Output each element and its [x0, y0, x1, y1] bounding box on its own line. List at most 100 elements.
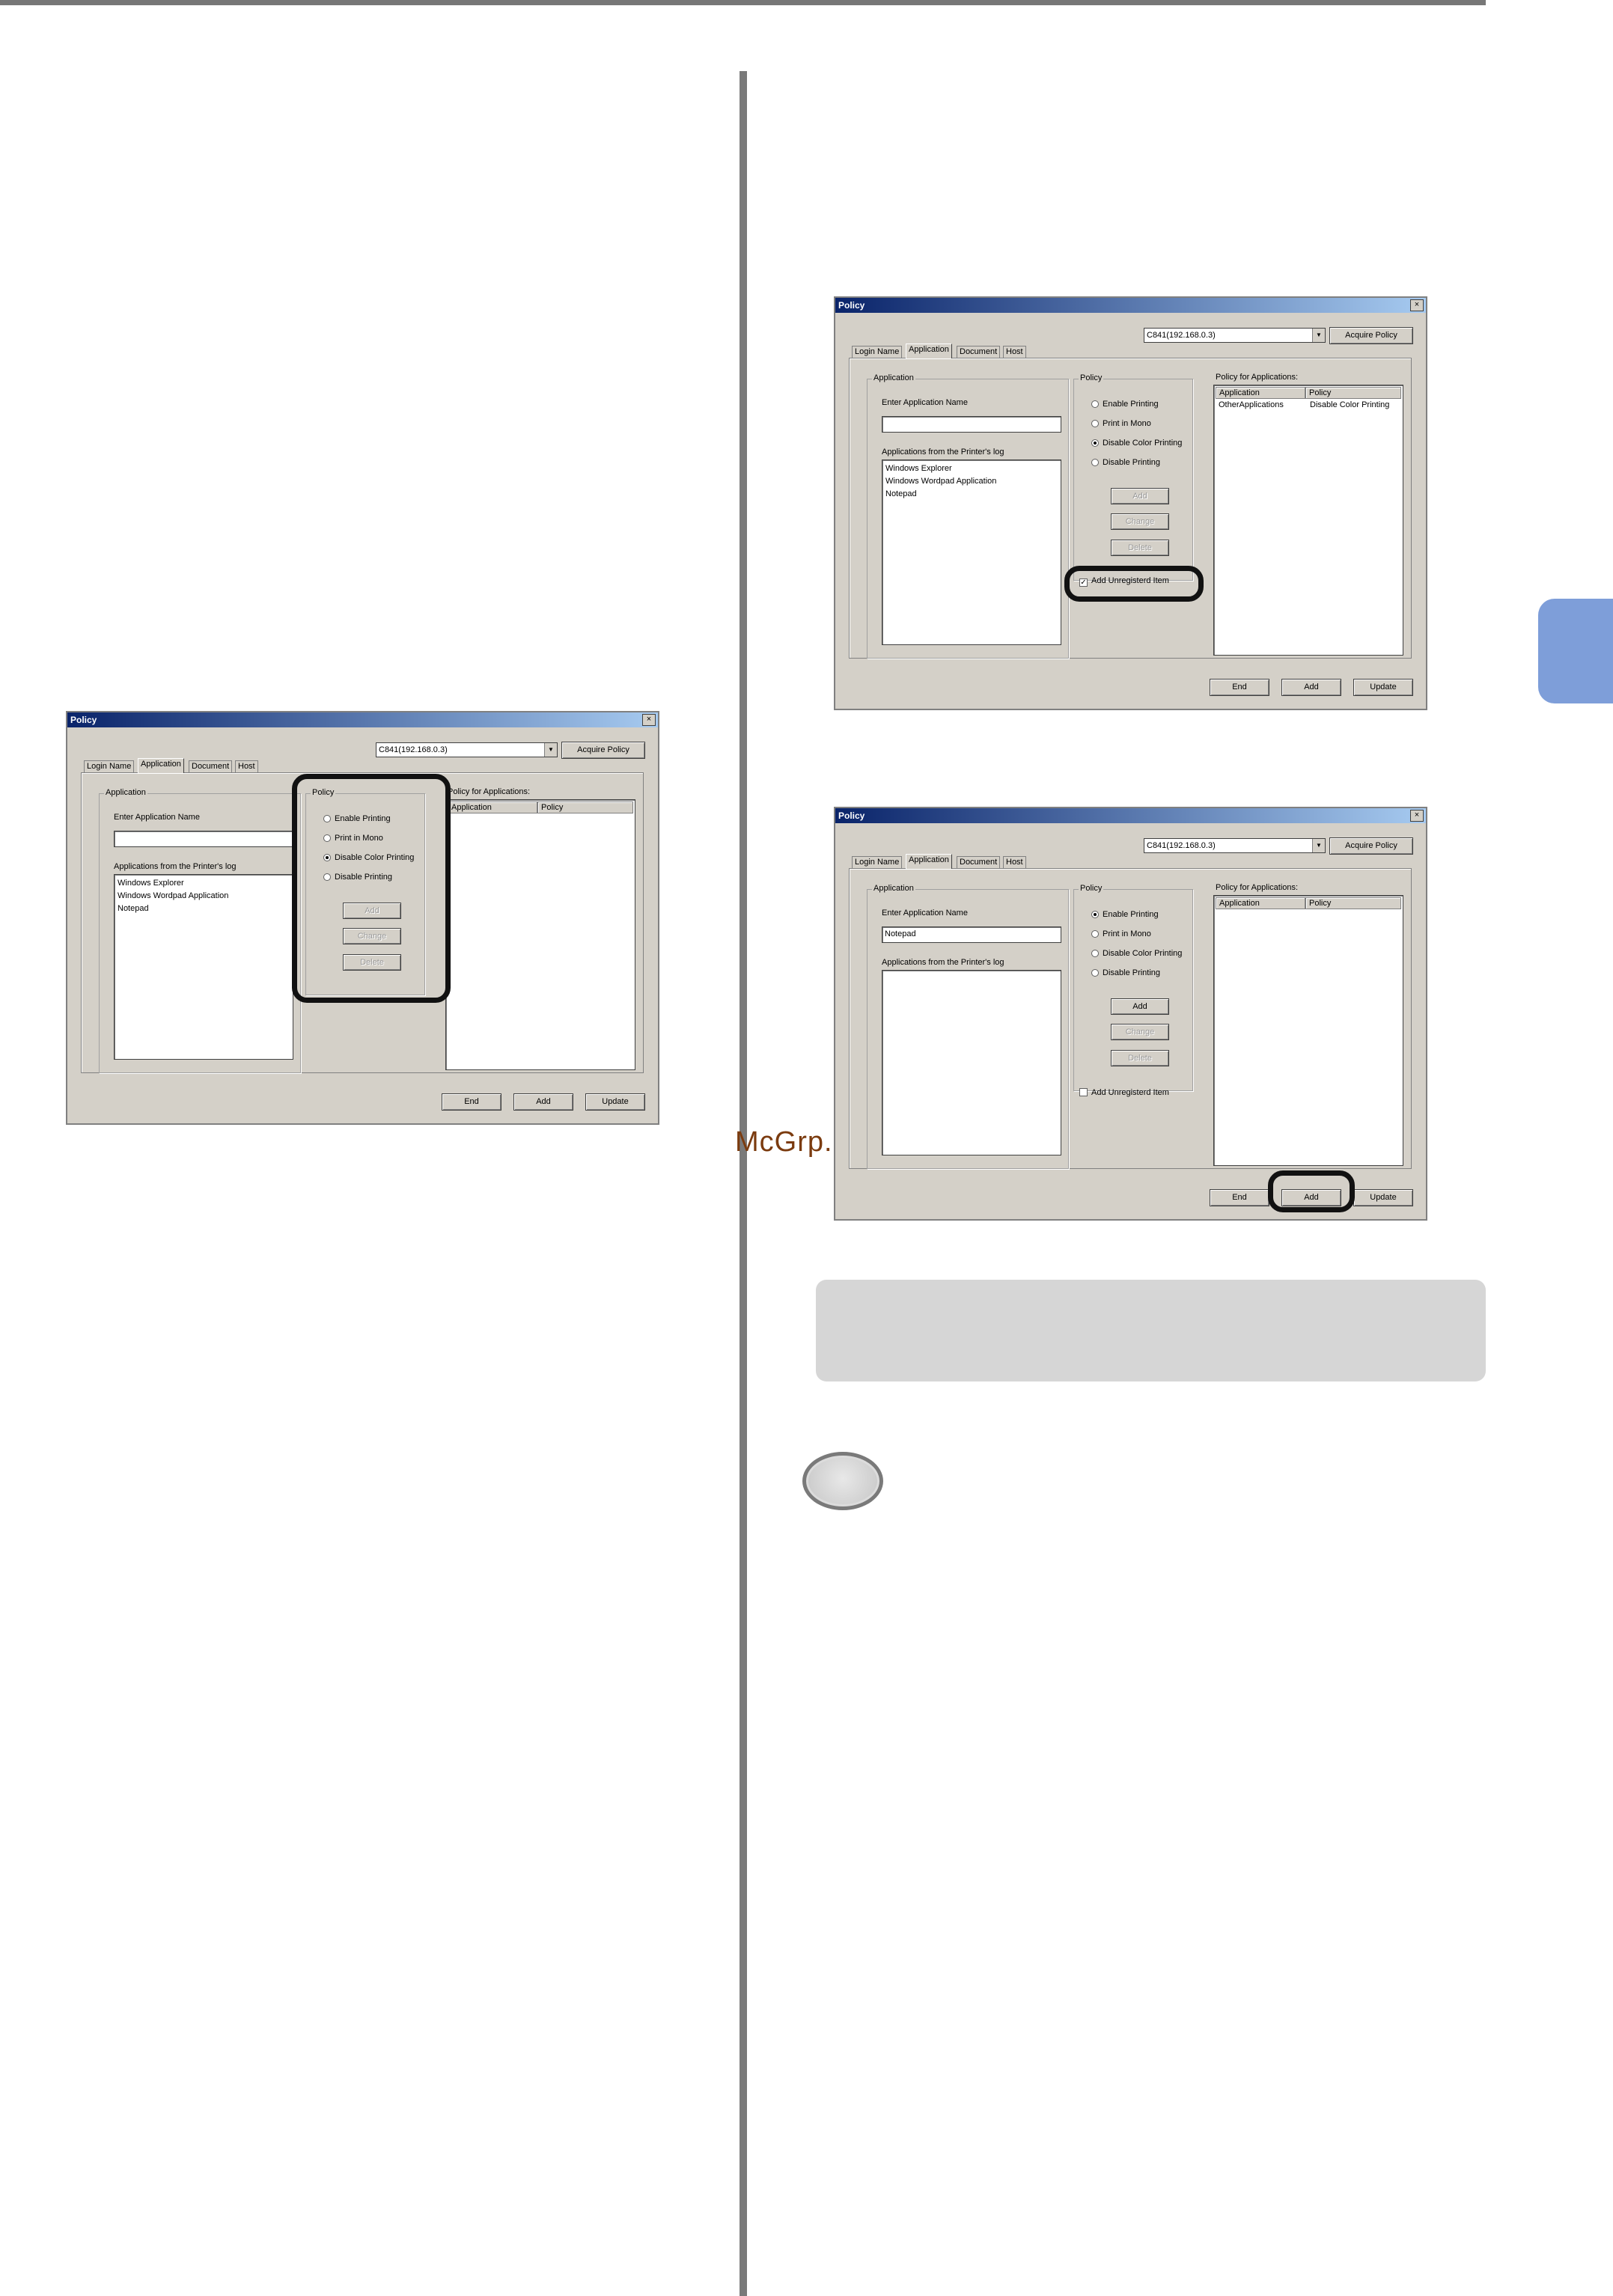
enter-app-label: Enter Application Name [882, 909, 968, 918]
note-box [816, 1280, 1486, 1381]
radio-print-in-mono[interactable]: Print in Mono [1091, 419, 1151, 428]
top-rule [0, 0, 1486, 5]
tab-strip: Login Name Application Document Host [852, 344, 1076, 358]
radio-disable-printing[interactable]: Disable Printing [1091, 458, 1160, 467]
application-group-label: Application [104, 788, 147, 797]
column-header-policy[interactable]: Policy [1305, 897, 1401, 909]
tab-login-name[interactable]: Login Name [852, 856, 903, 868]
add-button[interactable]: Add [1281, 679, 1341, 696]
printer-value: C841(192.168.0.3) [1147, 331, 1216, 340]
column-header-policy[interactable]: Policy [537, 802, 633, 813]
tab-host[interactable]: Host [235, 760, 258, 772]
printer-value: C841(192.168.0.3) [379, 745, 448, 754]
list-item[interactable]: Notepad [118, 903, 290, 915]
enter-app-label: Enter Application Name [114, 813, 200, 822]
add-unregistered-checkbox[interactable]: Add Unregisterd Item [1079, 1088, 1169, 1097]
radio-disable-color-printing[interactable]: Disable Color Printing [1091, 439, 1182, 448]
policy-for-label: Policy for Applications: [448, 787, 531, 796]
printer-log-list[interactable]: Windows Explorer Windows Wordpad Applica… [882, 459, 1061, 645]
column-header-application[interactable]: Application [448, 802, 537, 813]
printer-log-list[interactable] [882, 970, 1061, 1155]
radio-disable-printing[interactable]: Disable Printing [1091, 968, 1160, 977]
acquire-policy-button[interactable]: Acquire Policy [1329, 327, 1413, 344]
add-button[interactable]: Add [513, 1093, 573, 1111]
chevron-down-icon[interactable]: ▼ [544, 743, 557, 757]
policy-dialog-1: Policy × C841(192.168.0.3) ▼ Acquire Pol… [66, 711, 659, 1125]
policy-group-label: Policy [1079, 373, 1104, 382]
close-icon[interactable]: × [1410, 299, 1424, 311]
dialog-title: Policy [835, 808, 1426, 823]
close-icon[interactable]: × [1410, 810, 1424, 822]
policy-delete-button[interactable]: Delete [1111, 540, 1169, 556]
policy-change-button[interactable]: Change [1111, 513, 1169, 530]
column-header-application[interactable]: Application [1216, 897, 1305, 909]
dialog-title: Policy [835, 298, 1426, 313]
acquire-policy-button[interactable]: Acquire Policy [1329, 837, 1413, 855]
chevron-down-icon[interactable]: ▼ [1312, 839, 1325, 852]
printer-select[interactable]: C841(192.168.0.3) ▼ [376, 742, 558, 757]
list-item[interactable]: Windows Wordpad Application [118, 890, 290, 903]
tab-host[interactable]: Host [1003, 346, 1026, 358]
policy-for-label: Policy for Applications: [1216, 883, 1299, 892]
enter-app-label: Enter Application Name [882, 398, 968, 407]
update-button[interactable]: Update [1353, 1189, 1413, 1206]
printer-log-label: Applications from the Printer's log [882, 448, 1004, 457]
tab-document[interactable]: Document [957, 346, 1001, 358]
table-row-policy: Disable Color Printing [1310, 400, 1390, 409]
dialog-title: Policy [67, 712, 658, 727]
column-divider [740, 71, 747, 2296]
tab-application[interactable]: Application [906, 854, 952, 869]
policy-group-label: Policy [1079, 884, 1104, 893]
radio-print-in-mono[interactable]: Print in Mono [1091, 929, 1151, 938]
table-row[interactable]: OtherApplications [1219, 400, 1284, 409]
highlight-frame [1268, 1170, 1355, 1212]
tab-host[interactable]: Host [1003, 856, 1026, 868]
policy-table[interactable]: Application Policy [445, 799, 635, 1070]
printer-select[interactable]: C841(192.168.0.3) ▼ [1144, 838, 1326, 853]
policy-change-button[interactable]: Change [1111, 1024, 1169, 1040]
end-button[interactable]: End [1210, 1189, 1269, 1206]
tab-document[interactable]: Document [957, 856, 1001, 868]
printer-log-label: Applications from the Printer's log [882, 958, 1004, 967]
tab-application[interactable]: Application [138, 758, 184, 773]
memo-icon [802, 1452, 883, 1510]
printer-log-label: Applications from the Printer's log [114, 862, 237, 871]
list-item[interactable]: Notepad [885, 488, 1058, 501]
tab-login-name[interactable]: Login Name [84, 760, 135, 772]
tab-strip: Login Name Application Document Host [84, 758, 308, 773]
radio-enable-printing[interactable]: Enable Printing [1091, 400, 1159, 409]
printer-select[interactable]: C841(192.168.0.3) ▼ [1144, 328, 1326, 343]
column-header-policy[interactable]: Policy [1305, 387, 1401, 399]
tab-login-name[interactable]: Login Name [852, 346, 903, 358]
app-name-input[interactable]: Notepad [882, 926, 1061, 943]
tab-application[interactable]: Application [906, 344, 952, 358]
tab-strip: Login Name Application Document Host [852, 854, 1076, 869]
app-name-input[interactable] [882, 416, 1061, 433]
end-button[interactable]: End [1210, 679, 1269, 696]
update-button[interactable]: Update [585, 1093, 645, 1111]
policy-for-label: Policy for Applications: [1216, 373, 1299, 382]
list-item[interactable]: Windows Wordpad Application [885, 475, 1058, 488]
radio-enable-printing[interactable]: Enable Printing [1091, 910, 1159, 919]
tab-document[interactable]: Document [189, 760, 233, 772]
policy-table[interactable]: Application Policy [1213, 895, 1403, 1166]
chapter-tab [1538, 599, 1613, 703]
chevron-down-icon[interactable]: ▼ [1312, 329, 1325, 342]
printer-value: C841(192.168.0.3) [1147, 841, 1216, 850]
close-icon[interactable]: × [642, 714, 656, 726]
column-header-application[interactable]: Application [1216, 387, 1305, 399]
policy-table[interactable]: Application Policy OtherApplications Dis… [1213, 385, 1403, 656]
end-button[interactable]: End [442, 1093, 501, 1111]
policy-add-button[interactable]: Add [1111, 488, 1169, 504]
list-item[interactable]: Windows Explorer [118, 877, 290, 890]
printer-log-list[interactable]: Windows Explorer Windows Wordpad Applica… [114, 874, 293, 1060]
policy-add-button[interactable]: Add [1111, 998, 1169, 1015]
acquire-policy-button[interactable]: Acquire Policy [561, 742, 645, 759]
app-name-input[interactable] [114, 831, 293, 847]
policy-delete-button[interactable]: Delete [1111, 1050, 1169, 1066]
update-button[interactable]: Update [1353, 679, 1413, 696]
application-group-label: Application [872, 884, 915, 893]
radio-disable-color-printing[interactable]: Disable Color Printing [1091, 949, 1182, 958]
list-item[interactable]: Windows Explorer [885, 462, 1058, 475]
highlight-frame [1064, 566, 1204, 602]
